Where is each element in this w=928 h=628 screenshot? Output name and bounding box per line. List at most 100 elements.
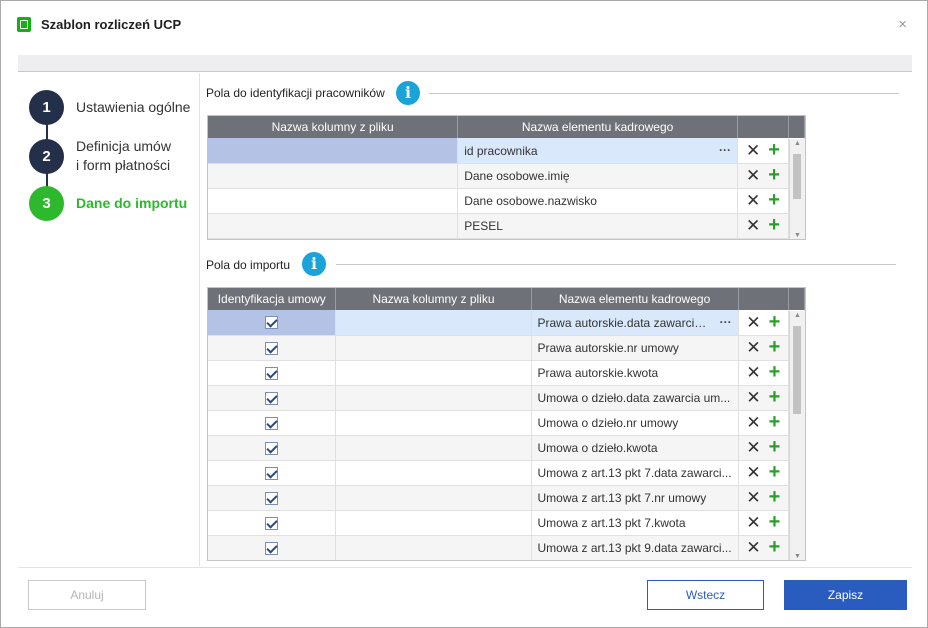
- remove-icon[interactable]: ✕: [746, 464, 760, 481]
- contract-id-checkbox[interactable]: [265, 416, 279, 430]
- contract-id-checkbox[interactable]: [265, 391, 279, 405]
- table-row[interactable]: Umowa o dzieło.kwota ✕ +: [208, 435, 805, 461]
- file-column-cell[interactable]: [335, 435, 532, 461]
- remove-icon[interactable]: ✕: [746, 439, 760, 456]
- remove-icon[interactable]: ✕: [746, 217, 760, 234]
- remove-icon[interactable]: ✕: [746, 167, 760, 184]
- file-column-cell[interactable]: [335, 535, 532, 560]
- file-column-cell[interactable]: [335, 385, 532, 411]
- element-cell[interactable]: Umowa o dzieło.kwota: [531, 435, 739, 461]
- remove-icon[interactable]: ✕: [746, 142, 760, 159]
- contract-id-cell[interactable]: [208, 535, 337, 560]
- table-row[interactable]: Dane osobowe.nazwisko ✕ +: [208, 188, 805, 214]
- contract-id-cell[interactable]: [208, 360, 337, 386]
- add-icon[interactable]: +: [769, 437, 781, 457]
- vertical-scrollbar[interactable]: ▲ ▼: [789, 139, 805, 239]
- file-column-cell[interactable]: [335, 310, 532, 336]
- contract-id-cell[interactable]: [208, 410, 337, 436]
- file-column-cell[interactable]: [335, 335, 532, 361]
- add-icon[interactable]: +: [769, 512, 781, 532]
- remove-icon[interactable]: ✕: [746, 314, 760, 331]
- step-3-badge[interactable]: 3: [29, 186, 64, 221]
- table-row[interactable]: Prawa autorskie.kwota ✕ +: [208, 360, 805, 386]
- contract-id-checkbox[interactable]: [265, 441, 279, 455]
- add-icon[interactable]: +: [768, 215, 780, 235]
- table-row[interactable]: Umowa o dzieło.data zawarcia um... ✕ +: [208, 385, 805, 411]
- add-icon[interactable]: +: [769, 412, 781, 432]
- cancel-button[interactable]: Anuluj: [28, 580, 146, 610]
- contract-id-cell[interactable]: [208, 435, 337, 461]
- remove-icon[interactable]: ✕: [746, 414, 760, 431]
- close-icon[interactable]: ×: [898, 17, 907, 32]
- contract-id-cell[interactable]: [208, 385, 337, 411]
- add-icon[interactable]: +: [769, 337, 781, 357]
- table-row[interactable]: Umowa z art.13 pkt 7.nr umowy ✕ +: [208, 485, 805, 511]
- table-row[interactable]: Umowa z art.13 pkt 7.kwota ✕ +: [208, 510, 805, 536]
- info-icon[interactable]: i: [396, 81, 420, 105]
- add-icon[interactable]: +: [768, 190, 780, 210]
- file-column-cell[interactable]: [208, 213, 459, 239]
- element-cell[interactable]: Umowa z art.13 pkt 9.data zawarci...: [531, 535, 739, 560]
- column-header[interactable]: Nazwa elementu kadrowego: [531, 288, 739, 310]
- column-header[interactable]: Nazwa kolumny z pliku: [208, 116, 459, 138]
- table-row[interactable]: PESEL ✕ +: [208, 213, 805, 239]
- add-icon[interactable]: +: [769, 462, 781, 482]
- contract-id-checkbox[interactable]: [265, 541, 279, 555]
- contract-id-checkbox[interactable]: [265, 341, 279, 355]
- table-row[interactable]: Umowa o dzieło.nr umowy ✕ +: [208, 410, 805, 436]
- add-icon[interactable]: +: [769, 362, 781, 382]
- remove-icon[interactable]: ✕: [746, 489, 760, 506]
- element-cell[interactable]: Prawa autorskie.kwota: [531, 360, 739, 386]
- table-row[interactable]: Prawa autorskie.data zawarcia... ··· ✕ +: [208, 310, 805, 336]
- table-row[interactable]: Umowa z art.13 pkt 9.data zawarci... ✕ +: [208, 535, 805, 560]
- remove-icon[interactable]: ✕: [746, 192, 760, 209]
- element-cell[interactable]: id pracownika ···: [457, 138, 739, 164]
- info-icon[interactable]: i: [302, 252, 326, 276]
- scroll-up-icon[interactable]: ▲: [790, 140, 805, 147]
- contract-id-checkbox[interactable]: [265, 316, 279, 330]
- contract-id-cell[interactable]: [208, 335, 337, 361]
- element-cell[interactable]: Umowa o dzieło.nr umowy: [531, 410, 739, 436]
- element-cell[interactable]: Dane osobowe.imię: [457, 163, 739, 189]
- scroll-down-icon[interactable]: ▼: [790, 232, 805, 239]
- file-column-cell[interactable]: [335, 360, 532, 386]
- remove-icon[interactable]: ✕: [746, 389, 760, 406]
- element-cell[interactable]: Prawa autorskie.data zawarcia... ···: [531, 310, 739, 336]
- table-row[interactable]: Dane osobowe.imię ✕ +: [208, 163, 805, 189]
- element-cell[interactable]: Umowa z art.13 pkt 7.data zawarci...: [531, 460, 739, 486]
- file-column-cell[interactable]: [208, 188, 459, 214]
- element-cell[interactable]: Umowa o dzieło.data zawarcia um...: [531, 385, 739, 411]
- contract-id-cell[interactable]: [208, 310, 337, 336]
- table-row[interactable]: id pracownika ··· ✕ +: [208, 138, 805, 164]
- file-column-cell[interactable]: [208, 163, 459, 189]
- scroll-thumb[interactable]: [793, 326, 801, 414]
- table-row[interactable]: Umowa z art.13 pkt 7.data zawarci... ✕ +: [208, 460, 805, 486]
- element-cell[interactable]: Umowa z art.13 pkt 7.nr umowy: [531, 485, 739, 511]
- add-icon[interactable]: +: [769, 387, 781, 407]
- step-1-label[interactable]: Ustawienia ogólne: [76, 98, 190, 117]
- element-cell[interactable]: Dane osobowe.nazwisko: [457, 188, 739, 214]
- contract-id-cell[interactable]: [208, 485, 337, 511]
- contract-id-checkbox[interactable]: [265, 491, 279, 505]
- remove-icon[interactable]: ✕: [746, 539, 760, 556]
- step-2-label[interactable]: Definicja umów i form płatności: [76, 137, 171, 175]
- contract-id-checkbox[interactable]: [265, 466, 279, 480]
- back-button[interactable]: Wstecz: [647, 580, 764, 610]
- scroll-down-icon[interactable]: ▼: [790, 553, 805, 560]
- element-cell[interactable]: PESEL: [457, 213, 739, 239]
- file-column-cell[interactable]: [208, 138, 459, 164]
- more-options-icon[interactable]: ···: [719, 143, 731, 157]
- step-3-label[interactable]: Dane do importu: [76, 194, 187, 213]
- step-2-badge[interactable]: 2: [29, 139, 64, 174]
- scroll-thumb[interactable]: [793, 154, 801, 199]
- contract-id-checkbox[interactable]: [265, 516, 279, 530]
- add-icon[interactable]: +: [768, 140, 780, 160]
- more-options-icon[interactable]: ···: [720, 315, 732, 329]
- file-column-cell[interactable]: [335, 485, 532, 511]
- save-button[interactable]: Zapisz: [784, 580, 907, 610]
- file-column-cell[interactable]: [335, 460, 532, 486]
- file-column-cell[interactable]: [335, 510, 532, 536]
- contract-id-cell[interactable]: [208, 510, 337, 536]
- element-cell[interactable]: Umowa z art.13 pkt 7.kwota: [531, 510, 739, 536]
- vertical-scrollbar[interactable]: ▲ ▼: [789, 311, 805, 560]
